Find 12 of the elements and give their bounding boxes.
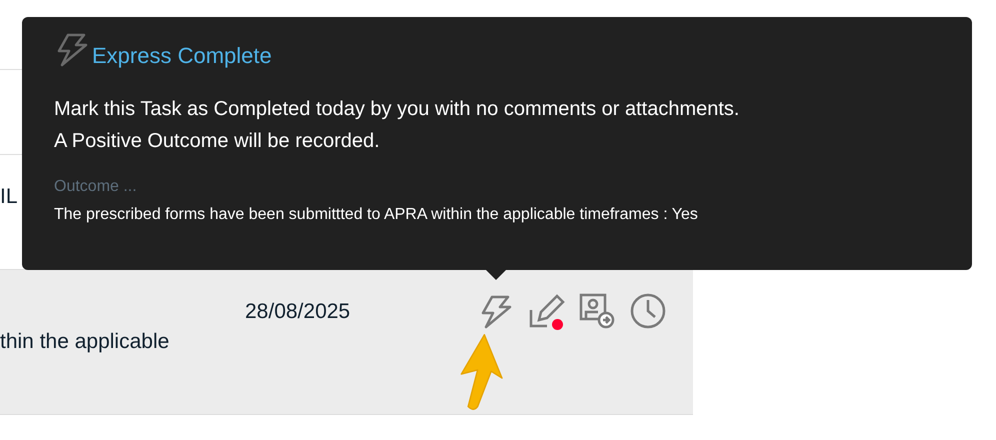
tooltip-title: Express Complete [92,43,272,69]
tooltip-text: A Positive Outcome will be recorded. [54,129,381,154]
table-row[interactable]: thin the applicable 28/08/2025 [0,270,693,415]
clock-icon[interactable] [629,292,667,330]
date-cell-text: 28/08/2025 [245,299,352,325]
outcome-label: Outcome ... [54,177,138,197]
tooltip-text: Mark this Task as Completed today by you with no comments or attachments. [54,97,740,122]
table-cell: IL [0,185,18,208]
user-card-icon[interactable] [578,292,616,330]
outcome-text: The prescribed forms have been submittted to APRA within the applicable timeframes : Yes [54,205,699,225]
edit-icon[interactable] [527,292,565,330]
table-cell: thin the applicable [0,330,170,353]
